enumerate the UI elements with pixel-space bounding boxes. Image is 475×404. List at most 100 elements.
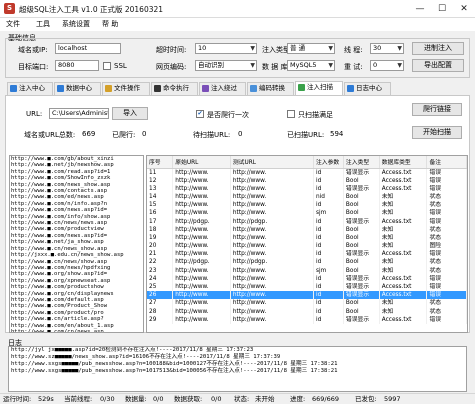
tab-scan[interactable]: 注入扫描 <box>295 81 343 95</box>
table-row[interactable]: 18 http://www. http://www. id Bool 未知 状态 <box>147 225 467 234</box>
table-cell: id <box>313 225 344 234</box>
crawl-once-checkbox[interactable]: ✔ <box>196 110 204 118</box>
table-row[interactable]: 12 http://www. http://www. id Bool Access.txt… <box>147 176 467 185</box>
table-row[interactable]: 29 http://www. http://www. id 错误显示 Access.txt… <box>147 315 467 324</box>
inject-type-select[interactable]: 普 通 ▼ <box>287 43 335 54</box>
only-scan-checkbox[interactable] <box>287 110 295 118</box>
table-cell: 状态 <box>426 266 467 275</box>
results-grid[interactable]: 序号 原始URL 测试URL 注入参数 注入类型 数据库类型 备注 11 http://www… <box>146 155 468 333</box>
db-select[interactable]: MySQL5 ▼ <box>287 60 335 71</box>
table-cell: Access.txt <box>379 168 428 177</box>
table-row[interactable]: 24 http://www. http://www. id 错误显示 Access.txt… <box>147 274 467 283</box>
table-row[interactable]: 21 http://www. http://www. id 错误显示 Access.txt… <box>147 250 467 259</box>
menu-tools[interactable]: 工具 <box>36 19 50 29</box>
port-label: 目标端口: <box>18 63 49 71</box>
retry-select[interactable]: 0 ▼ <box>370 60 404 71</box>
ssl-checkbox[interactable] <box>103 62 111 70</box>
table-row[interactable]: 16 http://www. http://www. sjm Bool 未知 错误 <box>147 209 467 218</box>
table-row[interactable]: 17 http://pdgp. http://pdgp. id 错误显示 Access.t… <box>147 217 467 226</box>
menu-help[interactable]: 帮 助 <box>102 19 118 29</box>
column-header[interactable]: 注入类型 <box>343 156 380 169</box>
column-header[interactable]: 测试URL <box>230 156 315 169</box>
table-row[interactable]: 15 http://www. http://www. id Bool 未知 状态 <box>147 201 467 210</box>
table-cell: 状态 <box>426 307 467 316</box>
table-cell: 未知 <box>379 201 428 210</box>
column-header[interactable]: 备注 <box>426 156 467 169</box>
url-list-item[interactable]: http://jxxx.■.edu.cn/news_show.asp <box>10 252 143 258</box>
url-path-input[interactable]: C:\Users\Administr <box>49 108 109 119</box>
import-button[interactable]: 导入 <box>112 107 148 120</box>
close-button[interactable]: ✕ <box>453 0 475 18</box>
tab-encode[interactable]: 编码转换 <box>247 82 294 95</box>
table-row[interactable]: 26 http://www. http://www. id 错误显示 Access.txt… <box>147 291 467 300</box>
table-cell: http://www. <box>172 176 231 185</box>
tab-log-center[interactable]: 日志中心 <box>344 82 391 95</box>
retry-label: 重 试: <box>344 63 363 71</box>
minimize-button[interactable]: — <box>409 0 431 18</box>
port-input[interactable]: 8080 <box>55 60 99 71</box>
scan-button[interactable]: 进制注入 <box>412 42 464 55</box>
table-cell: id <box>313 233 344 242</box>
menu-file[interactable]: 文件 <box>6 19 20 29</box>
table-cell: id <box>313 274 344 283</box>
url-list[interactable]: http://www.■.com/gb/about_xinzi http://ww… <box>9 155 144 333</box>
table-row[interactable]: 19 http://www. http://www. id Bool 未知 状态 <box>147 233 467 242</box>
threads-select[interactable]: 30 ▼ <box>370 43 404 54</box>
table-cell: 错误显示 <box>343 274 380 283</box>
column-header[interactable]: 序号 <box>147 156 174 169</box>
tab-file-ops[interactable]: 文件操作 <box>102 82 150 95</box>
table-cell: sjm <box>313 266 344 275</box>
chevron-down-icon: ▼ <box>397 62 402 69</box>
host-input[interactable]: localhost <box>55 43 121 54</box>
table-cell: Bool <box>343 266 380 275</box>
column-header[interactable]: 数据库类型 <box>379 156 428 169</box>
table-cell: http://www. <box>172 168 231 177</box>
export-config-button[interactable]: 导出配置 <box>412 59 464 72</box>
chevron-down-icon: ▼ <box>250 62 255 69</box>
table-row[interactable]: 25 http://www. http://www. id 错误显示 Access.txt… <box>147 282 467 292</box>
table-cell: 错误 <box>426 168 467 177</box>
table-cell: 16 <box>147 209 174 218</box>
table-row[interactable]: 22 http://pdgp. http://pdgp. id Bool 未知 状态 <box>147 258 467 267</box>
url-label: URL: <box>26 110 43 118</box>
table-cell: 20 <box>147 242 174 251</box>
table-cell: 23 <box>147 266 174 275</box>
table-cell: 错误 <box>426 291 467 300</box>
encoding-select[interactable]: 自动识别 ▼ <box>195 60 257 71</box>
log-box[interactable]: http://jyl jx■■■■■.asp?id=20检测到不存在注入点!--… <box>8 346 467 392</box>
table-cell: http://www. <box>230 184 315 193</box>
table-cell: nid <box>313 192 344 202</box>
column-header[interactable]: 原始URL <box>172 156 231 169</box>
timeout-select[interactable]: 10 ▼ <box>195 43 257 54</box>
table-row[interactable]: 11 http://www. http://www. id 错误显示 Access.txt… <box>147 168 467 177</box>
tab-command[interactable]: 命令执行 <box>151 82 198 95</box>
table-cell: 错误 <box>426 176 467 185</box>
table-cell: 13 <box>147 184 174 193</box>
tab-inject-center[interactable]: 注入中心 <box>7 82 53 95</box>
table-row[interactable]: 23 http://www. http://www. sjm Bool 未知 状态 <box>147 266 467 275</box>
crawl-links-button[interactable]: 爬行链接 <box>412 103 462 116</box>
table-cell: 未知 <box>379 307 428 316</box>
table-row[interactable]: 20 http://www. http://www. id Bool 未知 图险 <box>147 242 467 251</box>
table-row[interactable]: 27 http://www. http://www. id Bool 未知 状态 <box>147 299 467 308</box>
table-cell: Bool <box>343 307 380 316</box>
table-cell: 图险 <box>426 242 467 251</box>
chevron-down-icon: ▼ <box>250 45 255 52</box>
table-cell: 状态 <box>426 192 467 202</box>
tab-bypass[interactable]: 注入绕过 <box>199 82 246 95</box>
table-row[interactable]: 13 http://www. http://www. id 错误显示 Access.txt… <box>147 184 467 193</box>
table-cell: 错误 <box>426 184 467 193</box>
table-cell: 状态 <box>426 233 467 242</box>
url-list-item[interactable]: http://www.■.com/cn/news.asp <box>10 329 143 332</box>
tab-data-center[interactable]: 数据中心 <box>54 82 101 95</box>
table-cell: 29 <box>147 315 174 324</box>
menu-settings[interactable]: 系统设置 <box>62 19 90 29</box>
maximize-button[interactable]: ☐ <box>431 0 453 18</box>
column-header[interactable]: 注入参数 <box>313 156 344 169</box>
state-label: 状态: <box>234 395 250 403</box>
start-scan-button[interactable]: 开始扫描 <box>412 126 462 139</box>
table-cell: 未知 <box>379 225 428 234</box>
table-cell: http://www. <box>230 209 315 218</box>
table-row[interactable]: 28 http://www. http://www. id Bool 未知 状态 <box>147 307 467 316</box>
table-row[interactable]: 14 http://www. http://www. nid Bool 未知 状态 <box>147 192 467 202</box>
